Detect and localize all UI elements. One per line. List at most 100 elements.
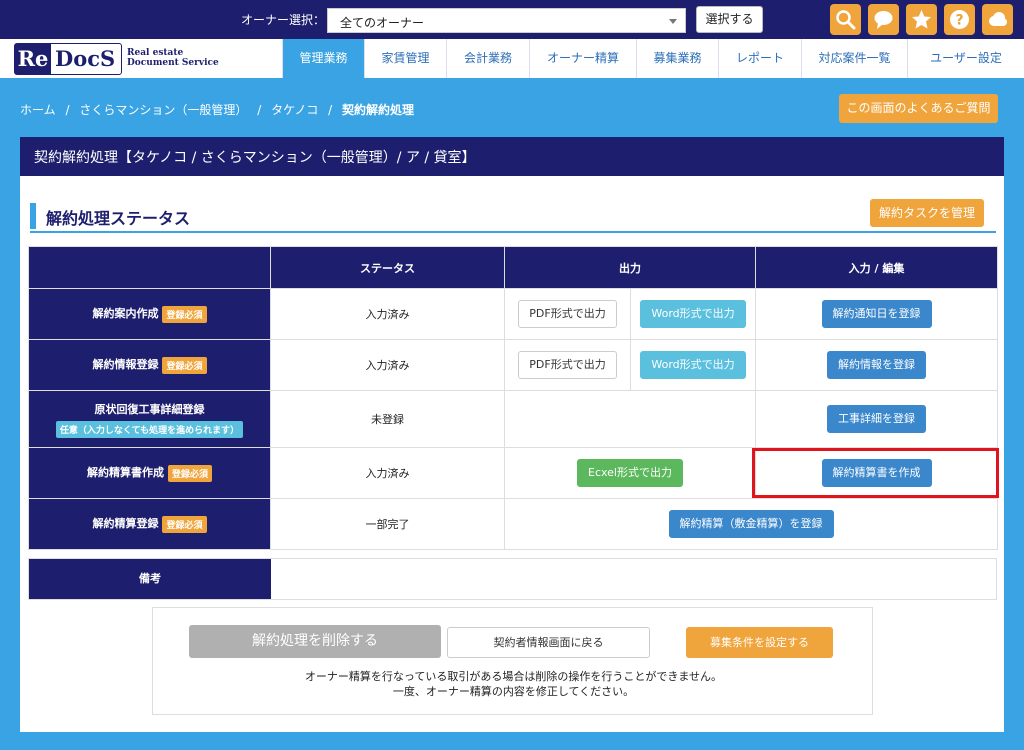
search-icon[interactable] (830, 4, 861, 35)
set-recruitment-conditions-button[interactable]: 募集条件を設定する (686, 627, 833, 658)
manage-tasks-button[interactable]: 解約タスクを管理 (870, 199, 984, 227)
status-cell: 入力済み (270, 288, 505, 340)
owner-select-dropdown[interactable]: 全てのオーナー (327, 8, 686, 33)
nav-item-management[interactable]: 管理業務 (282, 39, 364, 78)
row-label-cell: 解約精算書作成 登録必須 (28, 447, 271, 499)
output-cell: Word形式で出力 (630, 339, 756, 391)
nav-item-owner-settlement[interactable]: オーナー精算 (529, 39, 636, 78)
row-label: 解約情報登録 (92, 358, 159, 372)
required-badge: 登録必須 (167, 464, 212, 482)
output-cell (504, 390, 756, 448)
logo-re: Re (15, 44, 51, 74)
word-export-button[interactable]: Word形式で出力 (640, 300, 746, 328)
output-cell: Word形式で出力 (630, 288, 756, 340)
row-label-cell: 解約精算登録 登録必須 (28, 498, 271, 550)
section-title-text: 解約処理ステータス (46, 209, 191, 228)
pdf-export-button[interactable]: PDF形式で出力 (518, 300, 617, 328)
register-deposit-settlement-button[interactable]: 解約精算（敷金精算）を登録 (668, 510, 834, 538)
svg-text:?: ? (955, 13, 963, 29)
table-header-row: ステータス 出力 入力 / 編集 (28, 246, 998, 289)
row-label: 解約案内作成 (92, 307, 159, 321)
register-cancellation-info-button[interactable]: 解約情報を登録 (827, 351, 926, 379)
breadcrumb-current: 契約解約処理 (342, 103, 415, 117)
required-badge: 登録必須 (162, 356, 207, 374)
delete-notice: オーナー精算を行なっている取引がある場合は削除の操作を行うことができません。 一… (153, 669, 874, 699)
word-export-button[interactable]: Word形式で出力 (640, 351, 746, 379)
owner-select-value: 全てのオーナー (340, 16, 425, 30)
logo-tagline-line1: Real estate (127, 48, 184, 58)
nav-item-cases[interactable]: 対応案件一覧 (801, 39, 907, 78)
delete-cancellation-button[interactable]: 解約処理を削除する (189, 625, 441, 658)
chat-icon[interactable] (868, 4, 899, 35)
action-box: 解約処理を削除する 契約者情報画面に戻る 募集条件を設定する オーナー精算を行な… (152, 607, 873, 715)
register-construction-button[interactable]: 工事詳細を登録 (827, 405, 926, 433)
table-row: 解約案内作成 登録必須 入力済み PDF形式で出力 Word形式で出力 解約通知日… (28, 288, 998, 340)
breadcrumb-sep: / (328, 103, 333, 117)
section-title-bar (30, 203, 36, 229)
highlight-box (752, 448, 999, 498)
table-header-item (28, 246, 271, 289)
page-title: 契約解約処理【タケノコ / さくらマンション（一般管理）/ ア / 貸室】 (20, 137, 1004, 176)
owner-select-button[interactable]: 選択する (696, 6, 763, 33)
main-panel: 契約解約処理【タケノコ / さくらマンション（一般管理）/ ア / 貸室】 解約… (20, 137, 1004, 732)
status-cell: 一部完了 (270, 498, 505, 550)
remarks-row: 備考 (28, 558, 997, 600)
nav-item-rent[interactable]: 家賃管理 (364, 39, 446, 78)
edit-cell: 解約通知日を登録 (755, 288, 998, 340)
cloud-icon[interactable] (982, 4, 1013, 35)
breadcrumb-tenant[interactable]: タケノコ (271, 103, 318, 117)
delete-notice-line1: オーナー精算を行なっている取引がある場合は削除の操作を行うことができません。 (304, 670, 723, 683)
faq-button[interactable]: この画面のよくあるご質問 (839, 94, 998, 123)
register-notice-date-button[interactable]: 解約通知日を登録 (821, 300, 932, 328)
redocs-logo[interactable]: Re DocS (14, 43, 122, 75)
back-to-tenant-button[interactable]: 契約者情報画面に戻る (447, 627, 650, 658)
table-row: 解約情報登録 登録必須 入力済み PDF形式で出力 Word形式で出力 解約情報を… (28, 339, 998, 391)
breadcrumb: ホーム / さくらマンション（一般管理） / タケノコ / 契約解約処理 (20, 101, 420, 118)
row-label: 解約精算書作成 (86, 466, 164, 480)
chevron-down-icon (669, 19, 677, 24)
pdf-export-button[interactable]: PDF形式で出力 (518, 351, 617, 379)
logo-tagline-line2: Document Service (127, 58, 219, 68)
help-icon[interactable]: ? (944, 4, 975, 35)
edit-cell: 解約情報を登録 (755, 339, 998, 391)
star-icon[interactable] (906, 4, 937, 35)
optional-badge: 任意（入力しなくても処理を進められます） (55, 420, 244, 438)
row-label: 解約精算登録 (92, 517, 159, 531)
logo-tagline: Real estate Document Service (127, 48, 219, 68)
nav-item-report[interactable]: レポート (718, 39, 801, 78)
row-label-cell: 解約情報登録 登録必須 (28, 339, 271, 391)
status-cell: 入力済み (270, 339, 505, 391)
edit-cell: 解約精算（敷金精算）を登録 (504, 498, 998, 550)
breadcrumb-sep: / (257, 103, 262, 117)
table-header-output: 出力 (504, 246, 756, 289)
required-badge: 登録必須 (162, 305, 207, 323)
output-cell: PDF形式で出力 (504, 288, 631, 340)
required-badge: 登録必須 (162, 515, 207, 533)
output-cell: PDF形式で出力 (504, 339, 631, 391)
breadcrumb-property[interactable]: さくらマンション（一般管理） (79, 103, 247, 117)
remarks-label: 備考 (29, 559, 271, 599)
excel-export-button[interactable]: Ecxel形式で出力 (577, 459, 683, 487)
nav-item-user-settings[interactable]: ユーザー設定 (907, 39, 1024, 78)
breadcrumb-sep: / (65, 103, 70, 117)
logo-docs: DocS (55, 46, 116, 71)
table-header-edit: 入力 / 編集 (755, 246, 998, 289)
row-label-cell: 解約案内作成 登録必須 (28, 288, 271, 340)
owner-select-label: オーナー選択： (241, 13, 326, 27)
delete-notice-line2: 一度、オーナー精算の内容を修正してください。 (392, 685, 635, 698)
table-header-status: ステータス (270, 246, 505, 289)
edit-cell: 工事詳細を登録 (755, 390, 998, 448)
table-row: 解約精算登録 登録必須 一部完了 解約精算（敷金精算）を登録 (28, 498, 998, 550)
status-table: ステータス 出力 入力 / 編集 解約案内作成 登録必須 入力済み PDF形式で出… (28, 246, 998, 550)
nav-item-recruitment[interactable]: 募集業務 (636, 39, 718, 78)
output-cell: Ecxel形式で出力 (504, 447, 756, 499)
nav-item-accounting[interactable]: 会計業務 (446, 39, 529, 78)
breadcrumb-home[interactable]: ホーム (20, 103, 56, 117)
top-bar: オーナー選択： 全てのオーナー 選択する ? (0, 0, 1024, 39)
status-cell: 入力済み (270, 447, 505, 499)
section-title: 解約処理ステータス (30, 199, 996, 233)
row-label: 原状回復工事詳細登録 (94, 402, 205, 416)
status-cell: 未登録 (270, 390, 505, 448)
table-row: 原状回復工事詳細登録任意（入力しなくても処理を進められます） 未登録 工事詳細を… (28, 390, 998, 448)
row-label-cell: 原状回復工事詳細登録任意（入力しなくても処理を進められます） (28, 390, 271, 448)
